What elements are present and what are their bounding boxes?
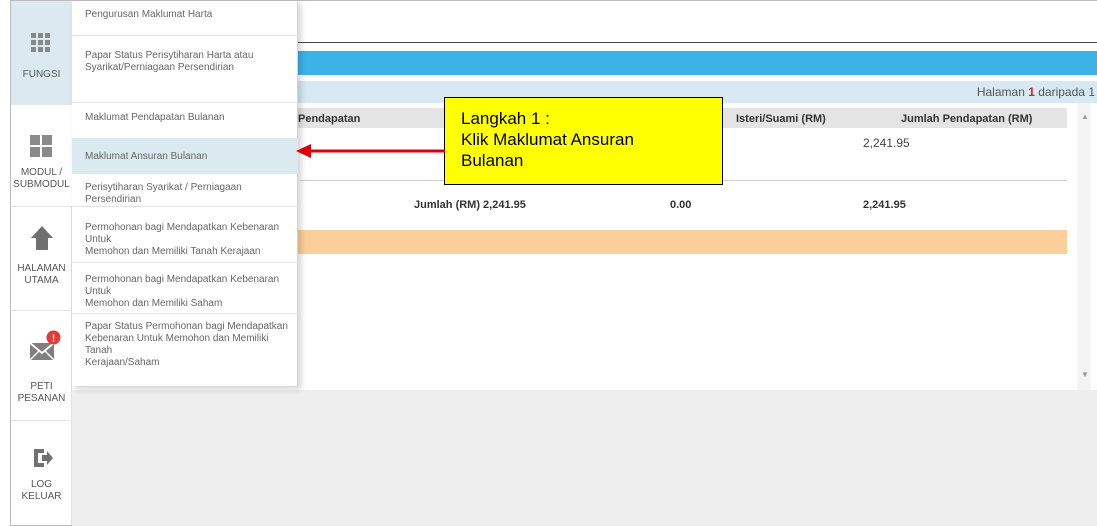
sidebar-label-halaman: HALAMAN	[17, 263, 66, 274]
column-header-total: Jumlah Pendapatan (RM)	[901, 113, 1033, 125]
column-header-income: Pendapatan	[298, 113, 361, 125]
menu-item-permohonan-tanah-kerajaan[interactable]: Permohonan bagi Mendapatkan Kebenaran Un…	[72, 207, 298, 262]
menu-item-maklumat-pendapatan-bulanan[interactable]: Maklumat Pendapatan Bulanan	[72, 103, 298, 139]
callout-line-1: Langkah 1 :	[461, 109, 550, 128]
pagination-info: Halaman 1 daripada 1	[976, 85, 1095, 99]
sidebar-label-pesanan: PESANAN	[17, 393, 66, 404]
sidebar-label-keluar: KELUAR	[21, 491, 62, 502]
sidebar-item-fungsi[interactable]: FUNGSI	[11, 1, 72, 104]
row-total-value: 2,241.95	[863, 136, 910, 150]
grid-icon	[31, 33, 51, 53]
logout-icon	[34, 449, 53, 467]
home-icon	[31, 226, 53, 250]
sidebar-label-submodul: SUBMODUL	[13, 179, 70, 190]
callout-line-3: Bulanan	[461, 151, 524, 170]
menu-item-papar-status-perisytiharan[interactable]: Papar Status Perisytiharan Harta atau Sy…	[72, 36, 298, 90]
modules-icon	[30, 135, 52, 157]
fungsi-dropdown-menu: Pengurusan Maklumat Harta Papar Status P…	[72, 1, 298, 386]
instruction-callout: Langkah 1 : Klik Maklumat Ansuran Bulana…	[444, 97, 723, 185]
totals-total: 2,241.95	[863, 199, 906, 211]
sidebar-label-utama: UTAMA	[24, 275, 59, 286]
sidebar-item-modul[interactable]: MODUL / SUBMODUL	[11, 104, 72, 206]
top-bar	[298, 1, 1097, 43]
callout-arrow-icon	[296, 144, 445, 158]
column-header-spouse: Isteri/Suami (RM)	[736, 113, 826, 125]
sidebar-label-modul: MODUL /	[20, 167, 63, 178]
menu-item-papar-status-permohonan[interactable]: Papar Status Permohonan bagi Mendapatkan…	[72, 314, 298, 378]
sidebar-label-peti: PETI	[30, 381, 53, 392]
sidebar-item-log-keluar[interactable]: LOG KELUAR	[11, 420, 72, 525]
menu-item-maklumat-ansuran-bulanan[interactable]: Maklumat Ansuran Bulanan	[72, 138, 298, 174]
menu-item-pengurusan-maklumat-harta[interactable]: Pengurusan Maklumat Harta	[72, 1, 298, 35]
scroll-down-arrow-icon[interactable]: ▼	[1081, 370, 1089, 379]
svg-text:!: !	[52, 334, 55, 345]
scroll-up-arrow-icon[interactable]: ▲	[1081, 112, 1089, 121]
table-scrollbar[interactable]	[1077, 103, 1091, 390]
left-sidebar: FUNGSI MODUL / SUBMODUL HALAMAN UTAMA ! …	[11, 1, 72, 525]
totals-spouse: 0.00	[670, 199, 692, 211]
sidebar-label-fungsi: FUNGSI	[22, 69, 61, 80]
callout-line-2: Klik Maklumat Ansuran	[461, 130, 634, 149]
sidebar-item-halaman-utama[interactable]: HALAMAN UTAMA	[11, 206, 72, 310]
sidebar-label-log: LOG	[30, 479, 53, 490]
totals-label: Jumlah (RM) 2,241.95	[414, 199, 526, 211]
content-background	[72, 390, 1097, 526]
notification-badge: !	[46, 330, 61, 345]
menu-item-perisytiharan-syarikat[interactable]: Perisytiharan Syarikat / Perniagaan Pers…	[72, 174, 298, 206]
sidebar-item-peti-pesanan[interactable]: ! PETI PESANAN	[11, 310, 72, 420]
menu-item-permohonan-saham[interactable]: Permohonan bagi Mendapatkan Kebenaran Un…	[72, 263, 298, 313]
